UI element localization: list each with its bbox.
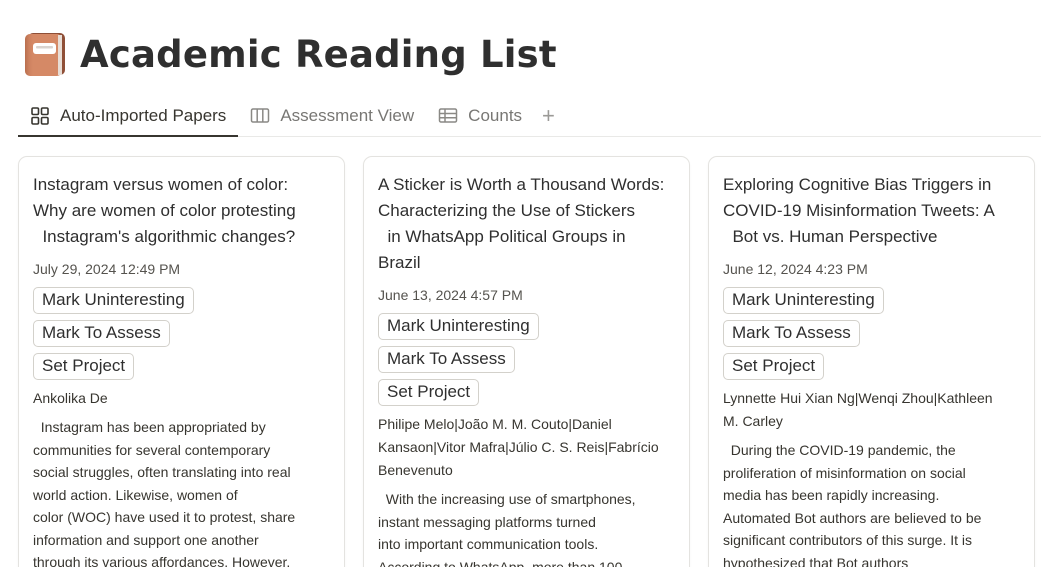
tab-label: Counts [468,106,523,125]
mark-to-assess-button[interactable]: Mark To Assess [378,346,515,373]
page-header: Academic Reading List [22,28,557,80]
mark-uninteresting-button[interactable]: Mark Uninteresting [723,287,884,314]
tab-counts[interactable]: Counts [426,96,534,136]
card-authors: Philipe Melo|João M. M. Couto|Daniel Kan… [378,416,659,478]
view-tabs: Auto-Imported Papers Assessment View Cou… [18,96,1041,137]
card-abstract: During the COVID-19 pandemic, the prolif… [723,442,982,567]
tab-assessment-view[interactable]: Assessment View [238,96,426,136]
card-date: June 12, 2024 4:23 PM [723,261,868,277]
card-date: July 29, 2024 12:49 PM [33,261,181,277]
card-authors: Lynnette Hui Xian Ng|Wenqi Zhou|Kathleen… [723,390,993,429]
add-view-button[interactable]: + [534,96,563,136]
page-title: Academic Reading List [80,32,557,76]
card-abstract: With the increasing use of smartphones, … [378,491,636,567]
card-authors: Ankolika De [33,390,108,406]
board-icon [250,106,270,126]
mark-to-assess-button[interactable]: Mark To Assess [33,320,170,347]
card-title[interactable]: A Sticker is Worth a Thousand Words: Cha… [378,172,675,276]
tab-label: Assessment View [280,106,415,125]
paper-card[interactable]: Exploring Cognitive Bias Triggers in COV… [708,156,1035,567]
card-date: June 13, 2024 4:57 PM [378,287,523,303]
table-icon [438,106,458,126]
card-title[interactable]: Exploring Cognitive Bias Triggers in COV… [723,172,1020,250]
mark-uninteresting-button[interactable]: Mark Uninteresting [378,313,539,340]
page: Academic Reading List Auto-Imported Pape… [0,0,1041,567]
set-project-button[interactable]: Set Project [378,379,480,406]
plus-icon: + [542,103,555,128]
paper-card[interactable]: Instagram versus women of color: Why are… [18,156,345,567]
book-icon[interactable] [22,31,68,77]
card-abstract: Instagram has been appropriated by commu… [33,419,296,567]
mark-to-assess-button[interactable]: Mark To Assess [723,320,860,347]
tab-auto-imported-papers[interactable]: Auto-Imported Papers [18,96,239,137]
set-project-button[interactable]: Set Project [723,353,825,380]
tab-label: Auto-Imported Papers [60,106,227,125]
mark-uninteresting-button[interactable]: Mark Uninteresting [33,287,194,314]
card-title[interactable]: Instagram versus women of color: Why are… [33,172,330,250]
set-project-button[interactable]: Set Project [33,353,135,380]
paper-card[interactable]: A Sticker is Worth a Thousand Words: Cha… [363,156,690,567]
gallery-icon [30,106,50,126]
